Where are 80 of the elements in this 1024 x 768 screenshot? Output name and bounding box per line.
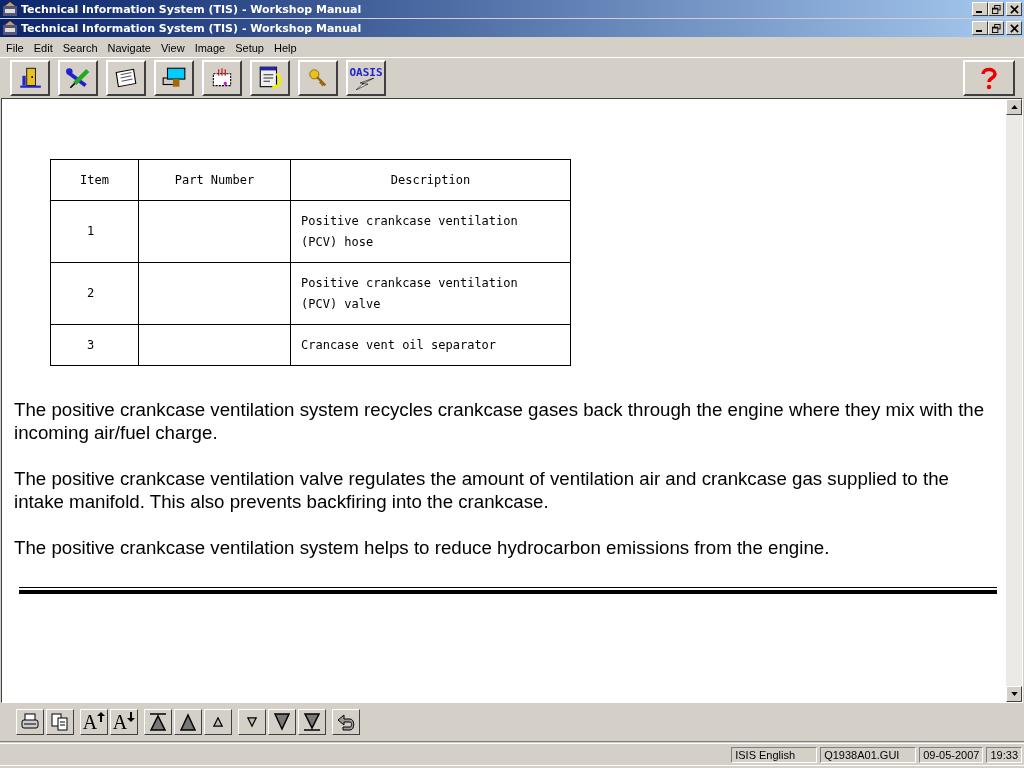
toolbar-button[interactable]: [298, 60, 338, 96]
menu-item[interactable]: Setup: [230, 41, 269, 54]
triangle-down-icon: [245, 715, 259, 729]
table-cell: Positive crankcase ventilation (PCV) valve: [290, 262, 571, 325]
status-field: 19:33: [986, 746, 1022, 763]
down-arrow-icon: [1010, 692, 1018, 696]
paragraph: The positive crankcase ventilation valve regulates the amount of ventilation air and crankcase gas supplied to the intake manifold. This also prevents backfiring into the crankcase.: [14, 467, 950, 513]
close-icon: [1009, 4, 1019, 14]
app-icon: [2, 1, 18, 17]
toolbar-button[interactable]: [250, 60, 290, 96]
column-header: Description: [290, 159, 571, 201]
door-icon: [17, 65, 43, 91]
nav-button[interactable]: [174, 709, 202, 735]
copy-icon: [50, 712, 70, 732]
minimize-button[interactable]: [972, 2, 988, 16]
nav-button[interactable]: [332, 709, 360, 735]
status-field: 09-05-2007: [919, 746, 984, 763]
menu-item[interactable]: File: [1, 41, 29, 54]
paragraph: The positive crankcase ventilation system recycles crankcase gases back through the engine where they mix with the incoming air/fuel charge.: [14, 398, 986, 444]
menu-item[interactable]: View: [156, 41, 190, 54]
window-title: Technical Information System (TIS) - Workshop Manual: [21, 21, 362, 35]
table-cell: Positive crankcase ventilation (PCV) hose: [290, 200, 571, 263]
minimize-button[interactable]: [972, 21, 988, 35]
toolbar-button[interactable]: [154, 60, 194, 96]
document-refresh-icon: [257, 65, 283, 91]
toolbar-button[interactable]: [10, 60, 50, 96]
paragraph: The positive crankcase ventilation system helps to reduce hydrocarbon emissions from the engine.: [14, 536, 831, 559]
toolbar-button[interactable]: [58, 60, 98, 96]
up-arrow-icon: [1010, 105, 1018, 109]
close-button[interactable]: [1006, 21, 1022, 35]
first-page-icon: [148, 712, 168, 732]
toolbar-button[interactable]: [202, 60, 242, 96]
nav-button[interactable]: A: [110, 709, 138, 735]
font-size-letter: A: [112, 712, 128, 732]
table-cell: 1: [50, 200, 139, 263]
last-page-icon: [302, 712, 322, 732]
triangle-up-icon: [178, 712, 198, 732]
app-icon: [2, 20, 18, 36]
restore-button[interactable]: [988, 21, 1004, 35]
status-field: Q1938A01.GUI: [820, 746, 917, 763]
menu-item[interactable]: Edit: [28, 41, 58, 54]
nav-button[interactable]: [144, 709, 172, 735]
nav-button[interactable]: [204, 709, 232, 735]
nav-button[interactable]: [298, 709, 326, 735]
arrow-up-icon: [97, 712, 106, 722]
menu-item[interactable]: Search: [57, 41, 103, 54]
nav-button[interactable]: [238, 709, 266, 735]
close-button[interactable]: [1006, 2, 1022, 16]
key-icon: [307, 67, 329, 89]
scroll-up-button[interactable]: [1006, 99, 1022, 115]
close-icon: [1009, 23, 1019, 33]
restore-icon: [991, 23, 1001, 33]
back-arrow-icon: [336, 712, 356, 732]
menu-item[interactable]: Navigate: [102, 41, 156, 54]
restore-icon: [991, 4, 1001, 14]
toolbar-button[interactable]: [106, 60, 146, 96]
scroll-down-button[interactable]: [1006, 686, 1022, 702]
minimize-icon: [976, 11, 982, 13]
column-header: Item: [50, 159, 139, 201]
minimize-icon: [976, 30, 982, 32]
nav-button[interactable]: [16, 709, 44, 735]
toolbar-button[interactable]: OASIS: [346, 60, 386, 96]
table-cell: 3: [50, 324, 139, 366]
nav-button[interactable]: [46, 709, 74, 735]
restore-button[interactable]: [988, 2, 1004, 16]
triangle-down-icon: [272, 712, 292, 732]
nav-button[interactable]: [268, 709, 296, 735]
menu-item[interactable]: Image: [189, 41, 231, 54]
column-header: Part Number: [138, 159, 291, 201]
status-field: ISIS English: [731, 746, 818, 763]
menu-item[interactable]: Help: [268, 41, 302, 54]
table-cell: Crancase vent oil separator: [290, 324, 571, 366]
triangle-up-icon: [211, 715, 225, 729]
table-cell: 2: [50, 262, 139, 325]
printer-icon: [20, 712, 40, 732]
arrow-down-icon: [127, 712, 136, 722]
nav-button[interactable]: A: [80, 709, 108, 735]
window-title: Technical Information System (TIS) - Workshop Manual: [21, 2, 362, 16]
help-button[interactable]: [963, 60, 1015, 96]
font-size-letter: A: [82, 712, 98, 732]
